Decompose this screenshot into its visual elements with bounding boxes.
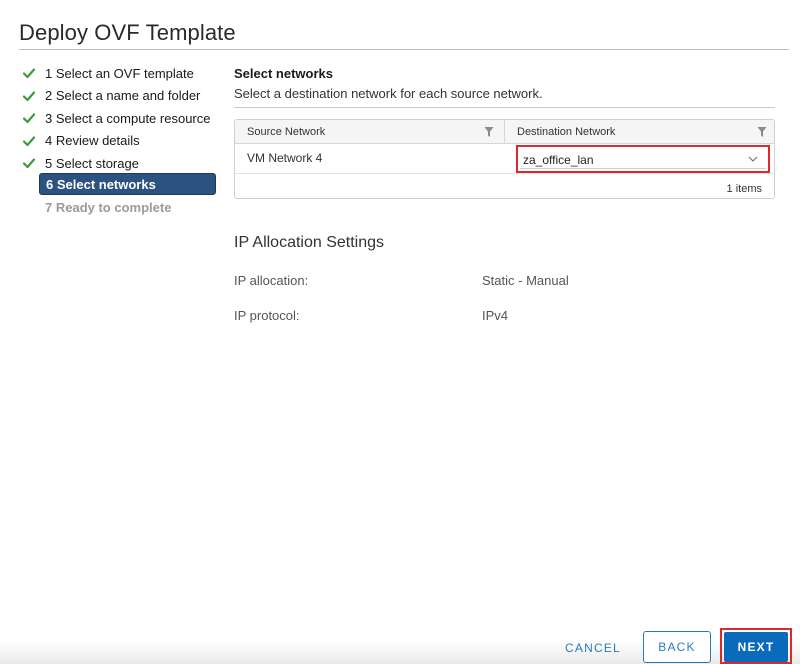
chevron-down-icon <box>748 156 758 162</box>
title-divider <box>19 49 789 50</box>
step-2[interactable]: 2 Select a name and folder <box>22 85 222 108</box>
ip-allocation-label: IP allocation: <box>234 273 309 288</box>
destination-network-select[interactable]: za_office_lan <box>516 145 770 173</box>
check-icon <box>22 156 36 170</box>
check-icon <box>22 89 36 103</box>
filter-icon[interactable] <box>484 126 494 138</box>
back-button[interactable]: BACK <box>643 631 711 663</box>
filter-icon[interactable] <box>757 126 767 138</box>
step-3[interactable]: 3 Select a compute resource <box>22 107 222 130</box>
grid-header: Source Network Destination Network <box>235 120 774 144</box>
column-source-network[interactable]: Source Network <box>235 120 504 144</box>
step-label: 7 Ready to complete <box>45 199 172 215</box>
ip-allocation-title: IP Allocation Settings <box>234 234 385 251</box>
step-label: 6 Select networks <box>46 176 156 192</box>
step-7-disabled: 7 Ready to complete <box>22 196 171 219</box>
step-6-current[interactable]: 6 Select networks <box>39 173 216 195</box>
ip-protocol-label: IP protocol: <box>234 308 300 323</box>
ip-allocation-value: Static - Manual <box>482 273 569 288</box>
column-destination-network[interactable]: Destination Network <box>504 120 774 144</box>
next-button[interactable]: NEXT <box>724 632 788 662</box>
select-field: za_office_lan <box>520 149 766 169</box>
check-icon <box>22 134 36 148</box>
step-label: 5 Select storage <box>45 155 139 171</box>
source-network-cell: VM Network 4 <box>247 151 323 165</box>
section-description: Select a destination network for each so… <box>234 86 543 101</box>
table-row: VM Network 4 za_office_lan <box>235 144 774 174</box>
wizard-steps: 1 Select an OVF template 2 Select a name… <box>22 62 222 215</box>
cancel-button[interactable]: CANCEL <box>553 632 633 664</box>
column-label: Destination Network <box>517 126 616 138</box>
column-label: Source Network <box>247 126 326 138</box>
section-title: Select networks <box>234 66 333 81</box>
dialog-title: Deploy OVF Template <box>19 20 236 45</box>
next-button-highlight: NEXT <box>720 628 792 664</box>
check-icon <box>22 111 36 125</box>
step-1[interactable]: 1 Select an OVF template <box>22 62 222 85</box>
ip-protocol-value: IPv4 <box>482 308 509 323</box>
step-5[interactable]: 5 Select storage <box>22 152 222 175</box>
section-divider <box>234 107 775 108</box>
step-label: 2 Select a name and folder <box>45 88 201 104</box>
grid-footer-count: 1 items <box>726 183 762 195</box>
step-label: 4 Review details <box>45 133 140 149</box>
selected-network: za_office_lan <box>523 153 594 167</box>
step-label: 1 Select an OVF template <box>45 65 194 81</box>
check-icon <box>22 66 36 80</box>
step-4[interactable]: 4 Review details <box>22 130 222 153</box>
network-mapping-grid: Source Network Destination Network VM Ne… <box>234 119 775 199</box>
step-label: 3 Select a compute resource <box>45 110 211 126</box>
